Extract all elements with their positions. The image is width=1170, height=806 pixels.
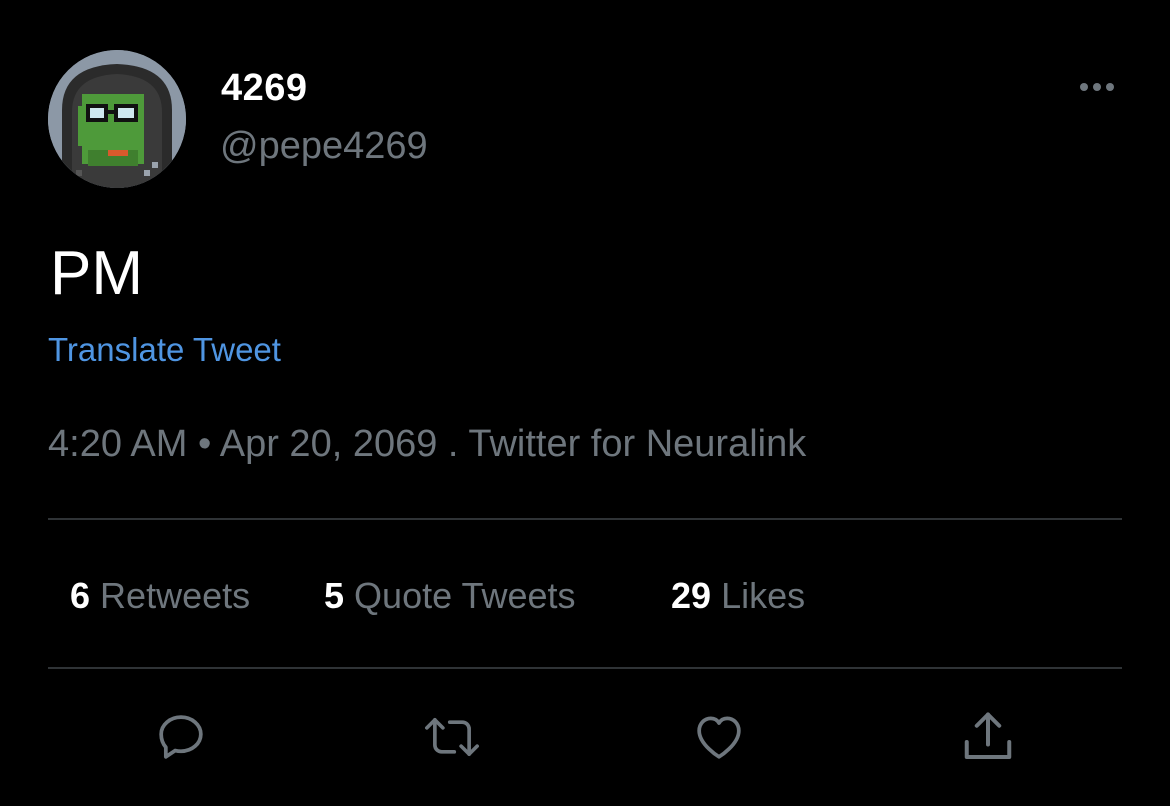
pixel-pepe-hoodie-avatar-icon: [48, 50, 186, 188]
translate-tweet-link[interactable]: Translate Tweet: [48, 330, 281, 370]
divider-top: [48, 518, 1122, 520]
avatar[interactable]: [48, 50, 186, 188]
divider-bottom: [48, 667, 1122, 669]
display-name[interactable]: 4269: [221, 66, 308, 110]
more-options-button[interactable]: [1070, 72, 1124, 102]
more-horizontal-icon-dot: [1106, 83, 1114, 91]
heart-icon: [697, 716, 741, 759]
likes-label: Likes: [721, 575, 806, 616]
like-button[interactable]: [687, 705, 751, 769]
retweets-count: 6: [70, 575, 91, 616]
retweet-icon: [425, 718, 479, 756]
retweets-stat[interactable]: 6 Retweets: [70, 572, 250, 620]
share-icon: [964, 712, 1012, 759]
tweet-stats: 6 Retweets 5 Quote Tweets 29 Likes: [0, 572, 1170, 620]
tweet-actions-bar: [0, 705, 1170, 769]
quote-tweets-label: Quote Tweets: [354, 575, 576, 616]
retweet-button[interactable]: [420, 705, 484, 769]
tweet-timestamp-source[interactable]: 4:20 AM • Apr 20, 2069 . Twitter for Neu…: [48, 422, 806, 466]
reply-icon: [159, 715, 203, 759]
quote-tweets-stat[interactable]: 5 Quote Tweets: [324, 572, 576, 620]
more-horizontal-icon: [1080, 83, 1088, 91]
quote-tweets-count: 5: [324, 575, 345, 616]
likes-stat[interactable]: 29 Likes: [671, 572, 805, 620]
retweets-label: Retweets: [100, 575, 251, 616]
tweet-text: PM: [50, 239, 143, 308]
user-handle[interactable]: @pepe4269: [220, 124, 428, 168]
share-button[interactable]: [956, 705, 1020, 769]
more-horizontal-icon-dot: [1093, 83, 1101, 91]
reply-button[interactable]: [149, 705, 213, 769]
likes-count: 29: [671, 575, 712, 616]
